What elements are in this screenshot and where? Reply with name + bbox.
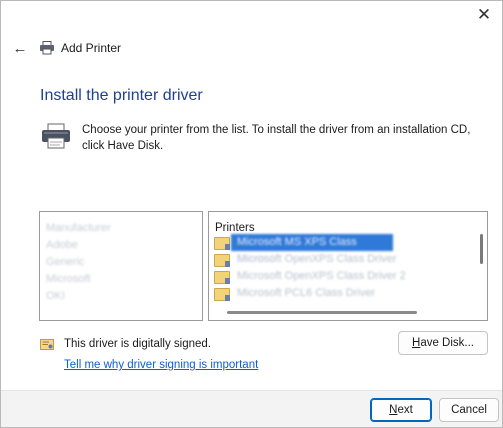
manufacturer-list[interactable]: Manufacturer Adobe Generic Microsoft OKI <box>39 211 203 321</box>
dialog-footer: Next Cancel <box>1 390 502 427</box>
list-item[interactable]: Microsoft OpenXPS Class Driver 2 <box>213 268 487 285</box>
close-button[interactable]: ✕ <box>466 1 502 29</box>
back-button[interactable]: ← <box>9 38 31 58</box>
list-item-label: Microsoft PCL6 Class Driver <box>237 287 376 299</box>
list-item[interactable]: OKI <box>40 288 202 305</box>
next-label: ext <box>397 404 413 416</box>
list-item-label: Microsoft OpenXPS Class Driver 2 <box>237 270 406 282</box>
have-disk-button[interactable]: Have Disk... <box>398 331 488 355</box>
list-item[interactable]: Microsoft OpenXPS Class Driver <box>213 251 487 268</box>
have-disk-accelerator: H <box>412 337 421 349</box>
window-title: Add Printer <box>61 41 122 55</box>
page-heading: Install the printer driver <box>40 87 203 104</box>
printer-driver-icon <box>214 254 230 267</box>
add-printer-dialog: ✕ ← Add Printer Install the printer driv… <box>0 0 503 428</box>
vertical-scrollbar[interactable] <box>480 234 483 264</box>
list-header-printers: Printers <box>215 222 255 234</box>
list-item[interactable]: Microsoft <box>40 271 202 288</box>
have-disk-label: ave Disk... <box>420 337 474 349</box>
back-arrow-icon: ← <box>12 39 28 57</box>
printer-driver-icon <box>214 271 230 284</box>
cancel-button[interactable]: Cancel <box>439 398 499 422</box>
horizontal-scrollbar[interactable] <box>227 311 417 314</box>
list-item-label: Microsoft MS XPS Class Driver 2 <box>231 234 393 265</box>
list-item[interactable]: Microsoft MS XPS Class Driver 2 <box>213 234 487 265</box>
next-button[interactable]: Next <box>370 398 432 422</box>
printer-driver-icon <box>214 288 230 301</box>
printers-list[interactable]: Printers Microsoft MS XPS Class Driver 2… <box>208 211 488 321</box>
list-item[interactable]: Generic <box>40 254 202 271</box>
list-item[interactable]: Microsoft PCL6 Class Driver <box>213 285 487 302</box>
list-item-label: Microsoft OpenXPS Class Driver <box>237 253 397 265</box>
list-header-manufacturer: Manufacturer <box>46 222 111 234</box>
next-accelerator: N <box>389 404 398 416</box>
instructions-text: Choose your printer from the list. To in… <box>82 124 471 152</box>
list-item[interactable]: Adobe <box>40 237 202 254</box>
printer-icon <box>42 123 70 149</box>
close-icon: ✕ <box>476 5 492 24</box>
signed-status-text: This driver is digitally signed. <box>64 338 212 350</box>
printer-icon <box>40 41 54 55</box>
certificate-icon <box>40 339 54 350</box>
printer-driver-icon <box>214 237 230 250</box>
driver-signing-link[interactable]: Tell me why driver signing is important <box>64 359 258 371</box>
